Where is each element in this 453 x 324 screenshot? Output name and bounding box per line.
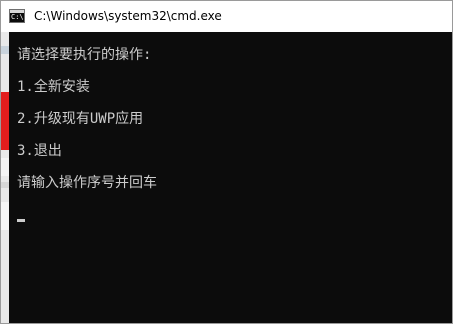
option-upgrade-uwp: 2.升级现有UWP应用 (17, 111, 144, 127)
cmd-icon[interactable] (9, 9, 25, 23)
prompt-enter-number: 请输入操作序号并回车 (17, 175, 157, 191)
cmd-window: C:\Windows\system32\cmd.exe 请选择要执行的操作: 1… (0, 0, 453, 324)
text-cursor (17, 219, 25, 222)
title-bar[interactable]: C:\Windows\system32\cmd.exe (1, 1, 452, 32)
background-window-edge (1, 32, 9, 323)
console-area[interactable]: 请选择要执行的操作: 1.全新安装 2.升级现有UWP应用 3.退出 请输入操作… (9, 32, 452, 323)
prompt-select-operation: 请选择要执行的操作: (17, 47, 152, 63)
window-title: C:\Windows\system32\cmd.exe (34, 9, 222, 23)
option-exit: 3.退出 (17, 143, 62, 159)
option-fresh-install: 1.全新安装 (17, 79, 90, 95)
